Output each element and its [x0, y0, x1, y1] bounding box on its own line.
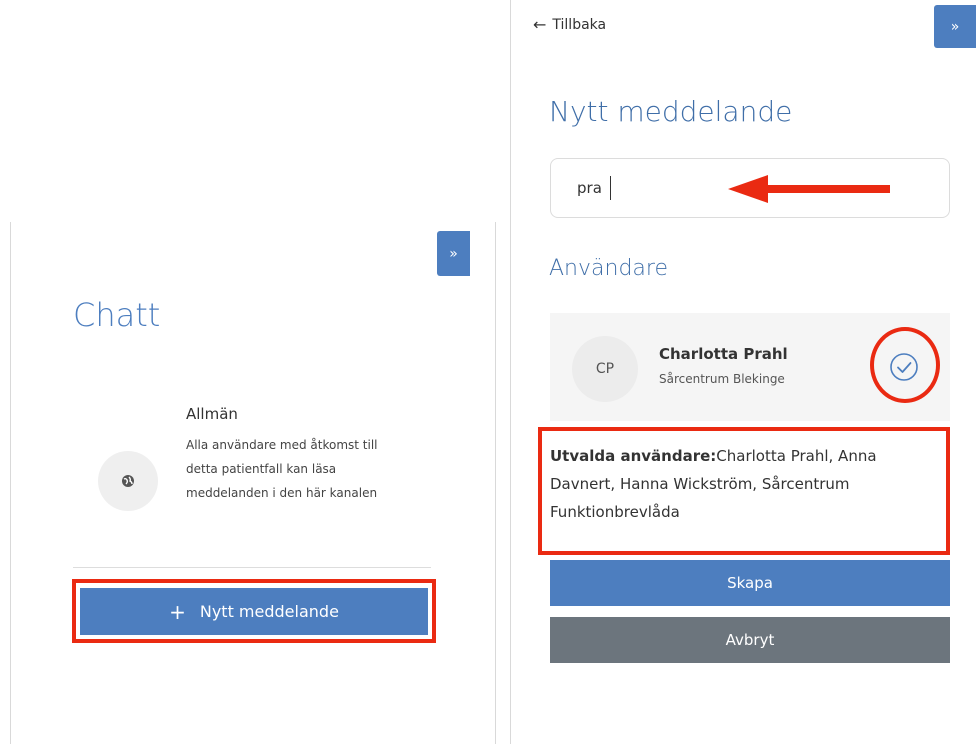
- right-panel-border: [510, 0, 511, 744]
- annotation-highlight-selected-users: [538, 427, 950, 555]
- expand-panel-button-right[interactable]: »: [934, 5, 976, 48]
- annotation-arrow: [728, 175, 890, 203]
- divider: [73, 567, 431, 568]
- panel-divider: [495, 222, 496, 744]
- user-organization: Sårcentrum Blekinge: [659, 372, 785, 386]
- double-chevron-right-icon: »: [950, 18, 960, 35]
- left-panel-border: [10, 222, 11, 744]
- new-message-title: Nytt meddelande: [549, 95, 793, 128]
- channel-description: Alla användare med åtkomst till detta pa…: [186, 438, 378, 500]
- avatar: CP: [572, 336, 638, 402]
- arrow-left-icon: ←: [533, 15, 547, 34]
- channel-name[interactable]: Allmän: [186, 405, 238, 423]
- globe-icon: [122, 475, 134, 487]
- back-label: Tillbaka: [552, 16, 607, 33]
- channel-avatar[interactable]: [98, 451, 158, 511]
- chat-title: Chatt: [73, 296, 161, 334]
- back-link[interactable]: ← Tillbaka: [533, 15, 606, 34]
- cancel-button[interactable]: Avbryt: [550, 617, 950, 663]
- double-chevron-right-icon: »: [449, 245, 458, 262]
- user-name: Charlotta Prahl: [659, 345, 788, 363]
- create-button[interactable]: Skapa: [550, 560, 950, 606]
- expand-panel-button[interactable]: »: [437, 231, 470, 276]
- annotation-highlight-check: [870, 327, 940, 403]
- annotation-highlight-new-message: [72, 579, 436, 643]
- users-heading: Användare: [549, 256, 668, 281]
- text-caret: [610, 176, 611, 200]
